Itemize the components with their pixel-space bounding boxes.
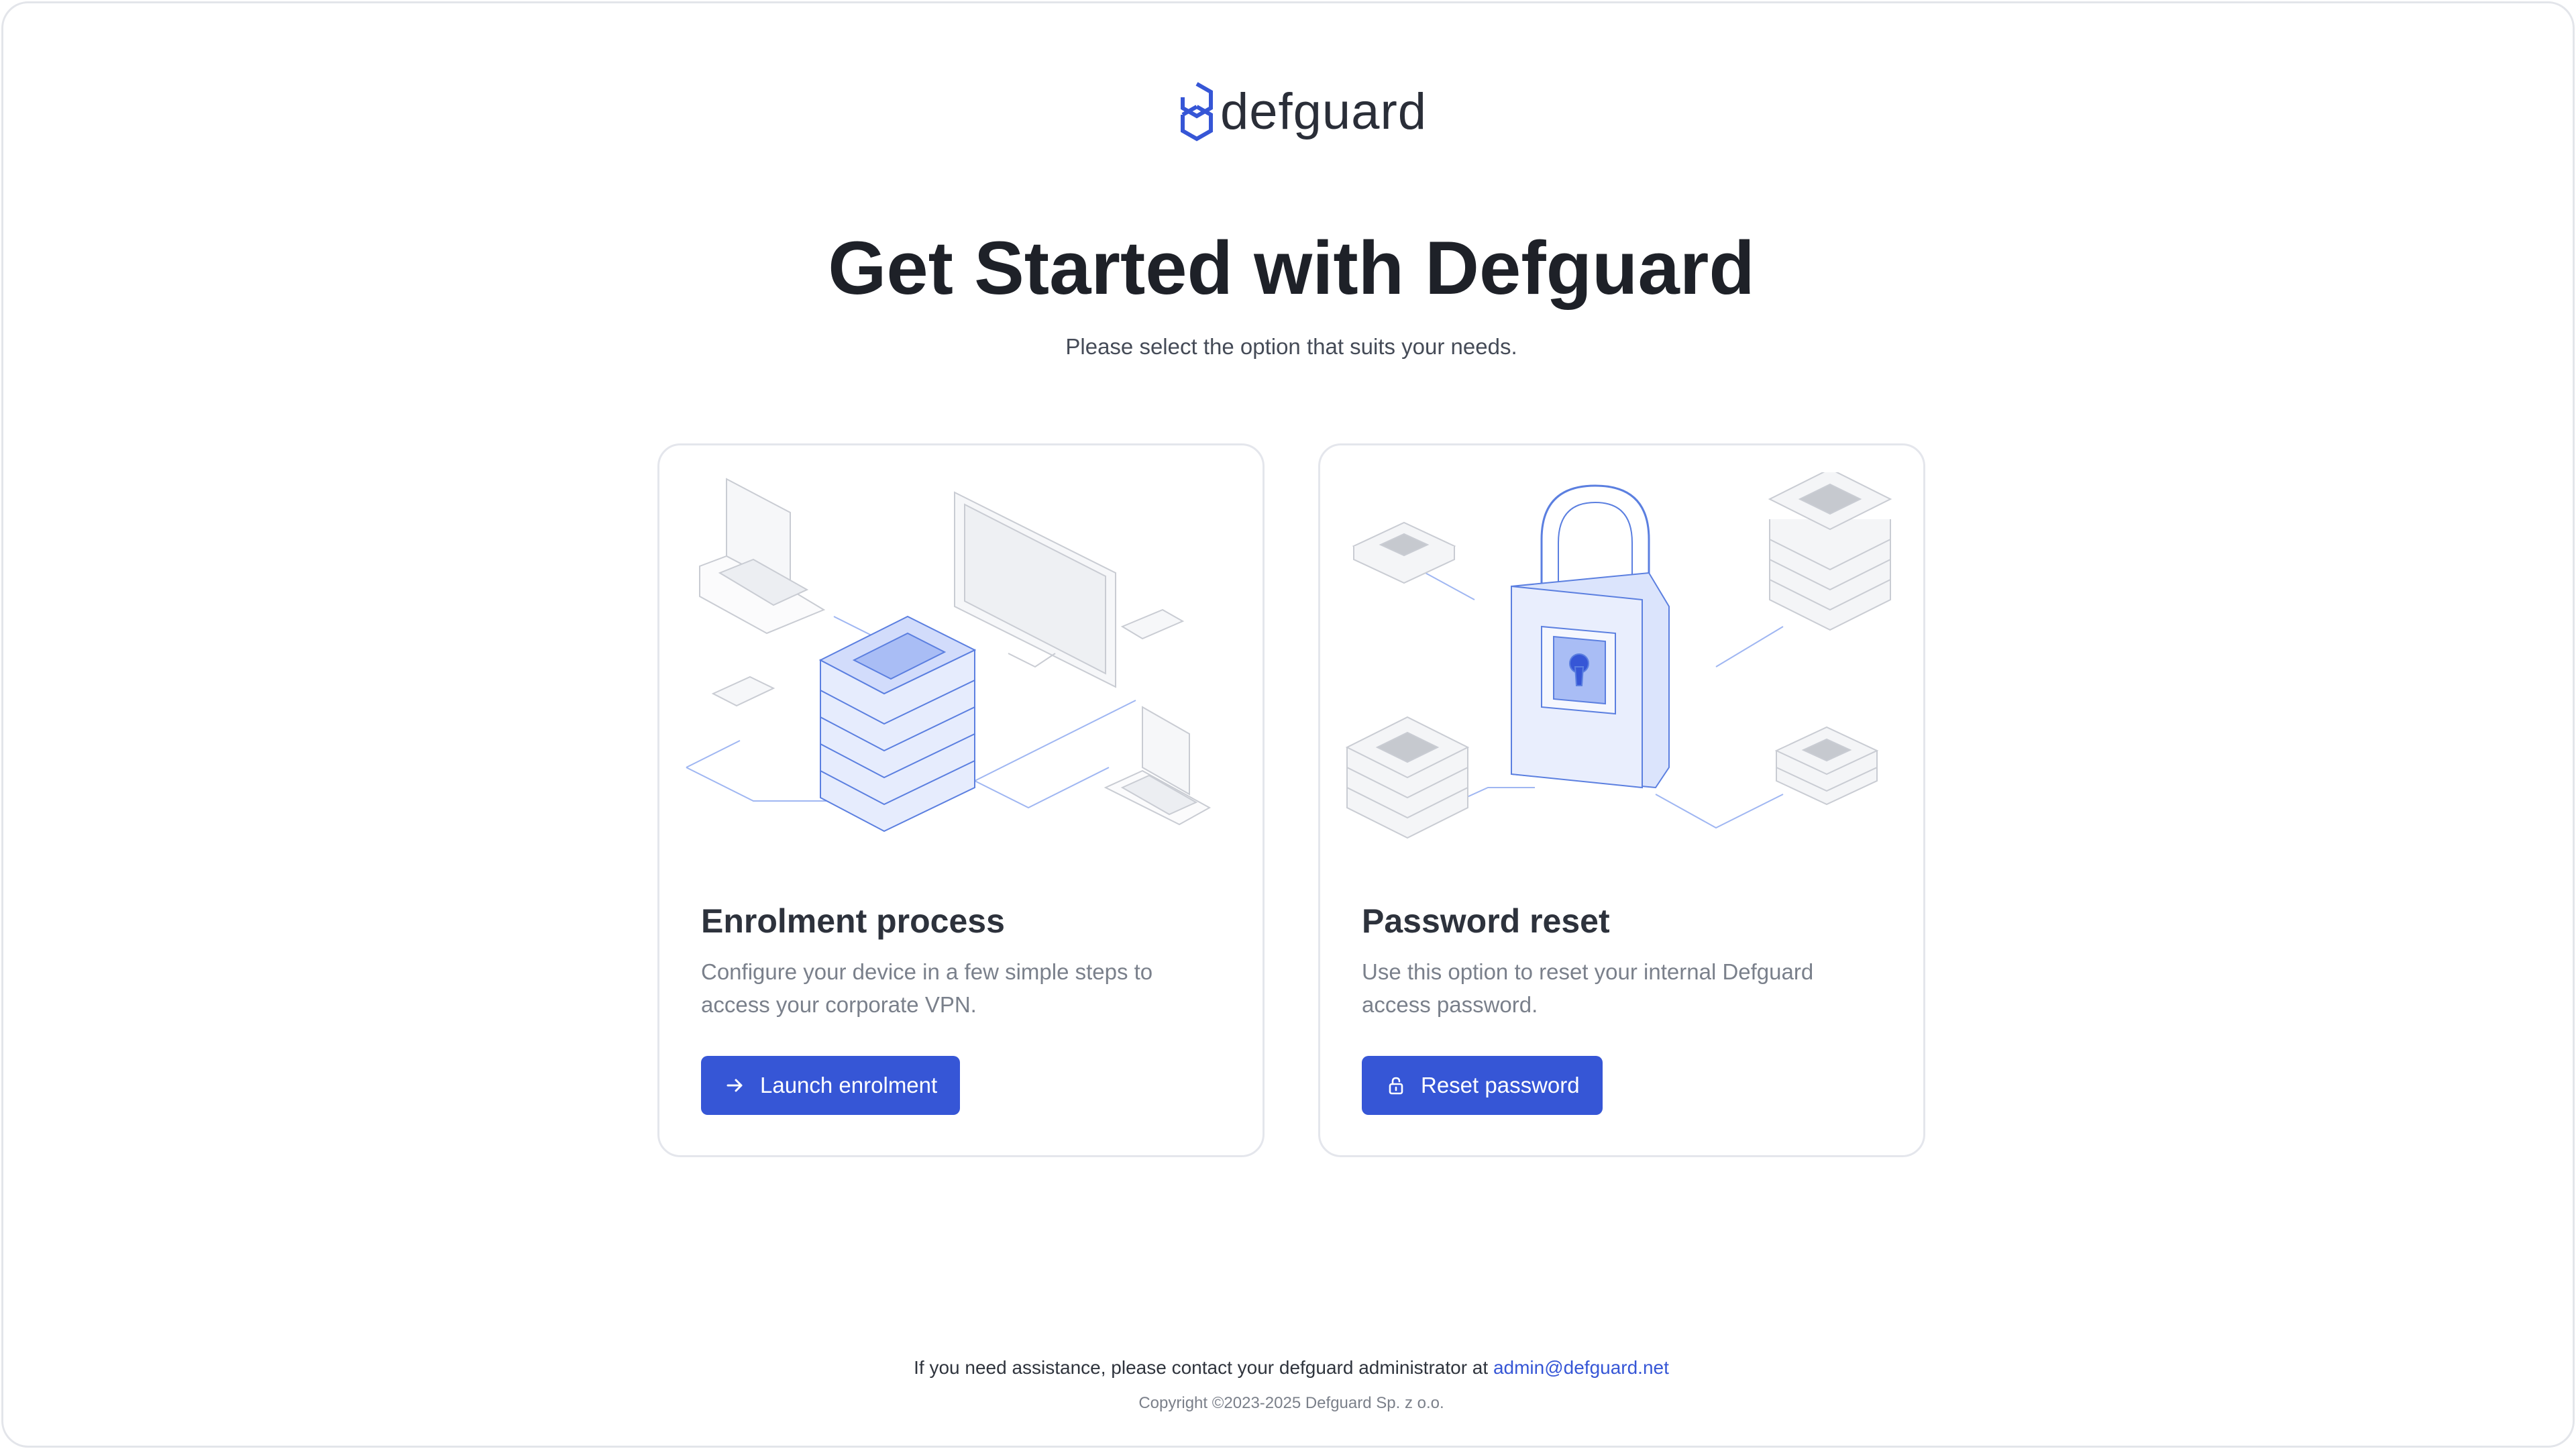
enrolment-card: Enrolment process Configure your device … [657, 443, 1265, 1157]
assistance-text: If you need assistance, please contact y… [3, 1357, 2576, 1379]
server-devices-illustration [686, 478, 1212, 833]
reset-password-button[interactable]: Reset password [1362, 1056, 1603, 1115]
copyright-text: Copyright ©2023-2025 Defguard Sp. z o.o. [1138, 1394, 1444, 1412]
padlock-icon [1389, 1077, 1403, 1095]
reset-password-label: Reset password [1421, 1073, 1580, 1097]
password-reset-description: Use this option to reset your internal D… [1362, 959, 1814, 1017]
arrow-right-icon [727, 1079, 743, 1092]
page-frame: defguard Get Started with Defguard Pleas… [1, 1, 2575, 1448]
brand-name: defguard [1220, 83, 1428, 140]
launch-enrolment-button[interactable]: Launch enrolment [701, 1056, 961, 1115]
page-title: Get Started with Defguard [828, 226, 1755, 310]
admin-email-link[interactable]: admin@defguard.net [1493, 1357, 1669, 1378]
launch-enrolment-label: Launch enrolment [760, 1073, 938, 1097]
defguard-logo-icon [1181, 82, 1213, 142]
enrolment-title: Enrolment process [701, 902, 1005, 940]
padlock-servers-illustration [1345, 472, 1892, 839]
password-reset-title: Password reset [1362, 902, 1610, 940]
page-subtitle: Please select the option that suits your… [1065, 334, 1517, 359]
assistance-message: If you need assistance, please contact y… [914, 1357, 1489, 1378]
password-reset-card: Password reset Use this option to reset … [1318, 443, 1925, 1157]
enrolment-description: Configure your device in a few simple st… [701, 959, 1153, 1017]
brand-logo: defguard [1179, 81, 1427, 142]
